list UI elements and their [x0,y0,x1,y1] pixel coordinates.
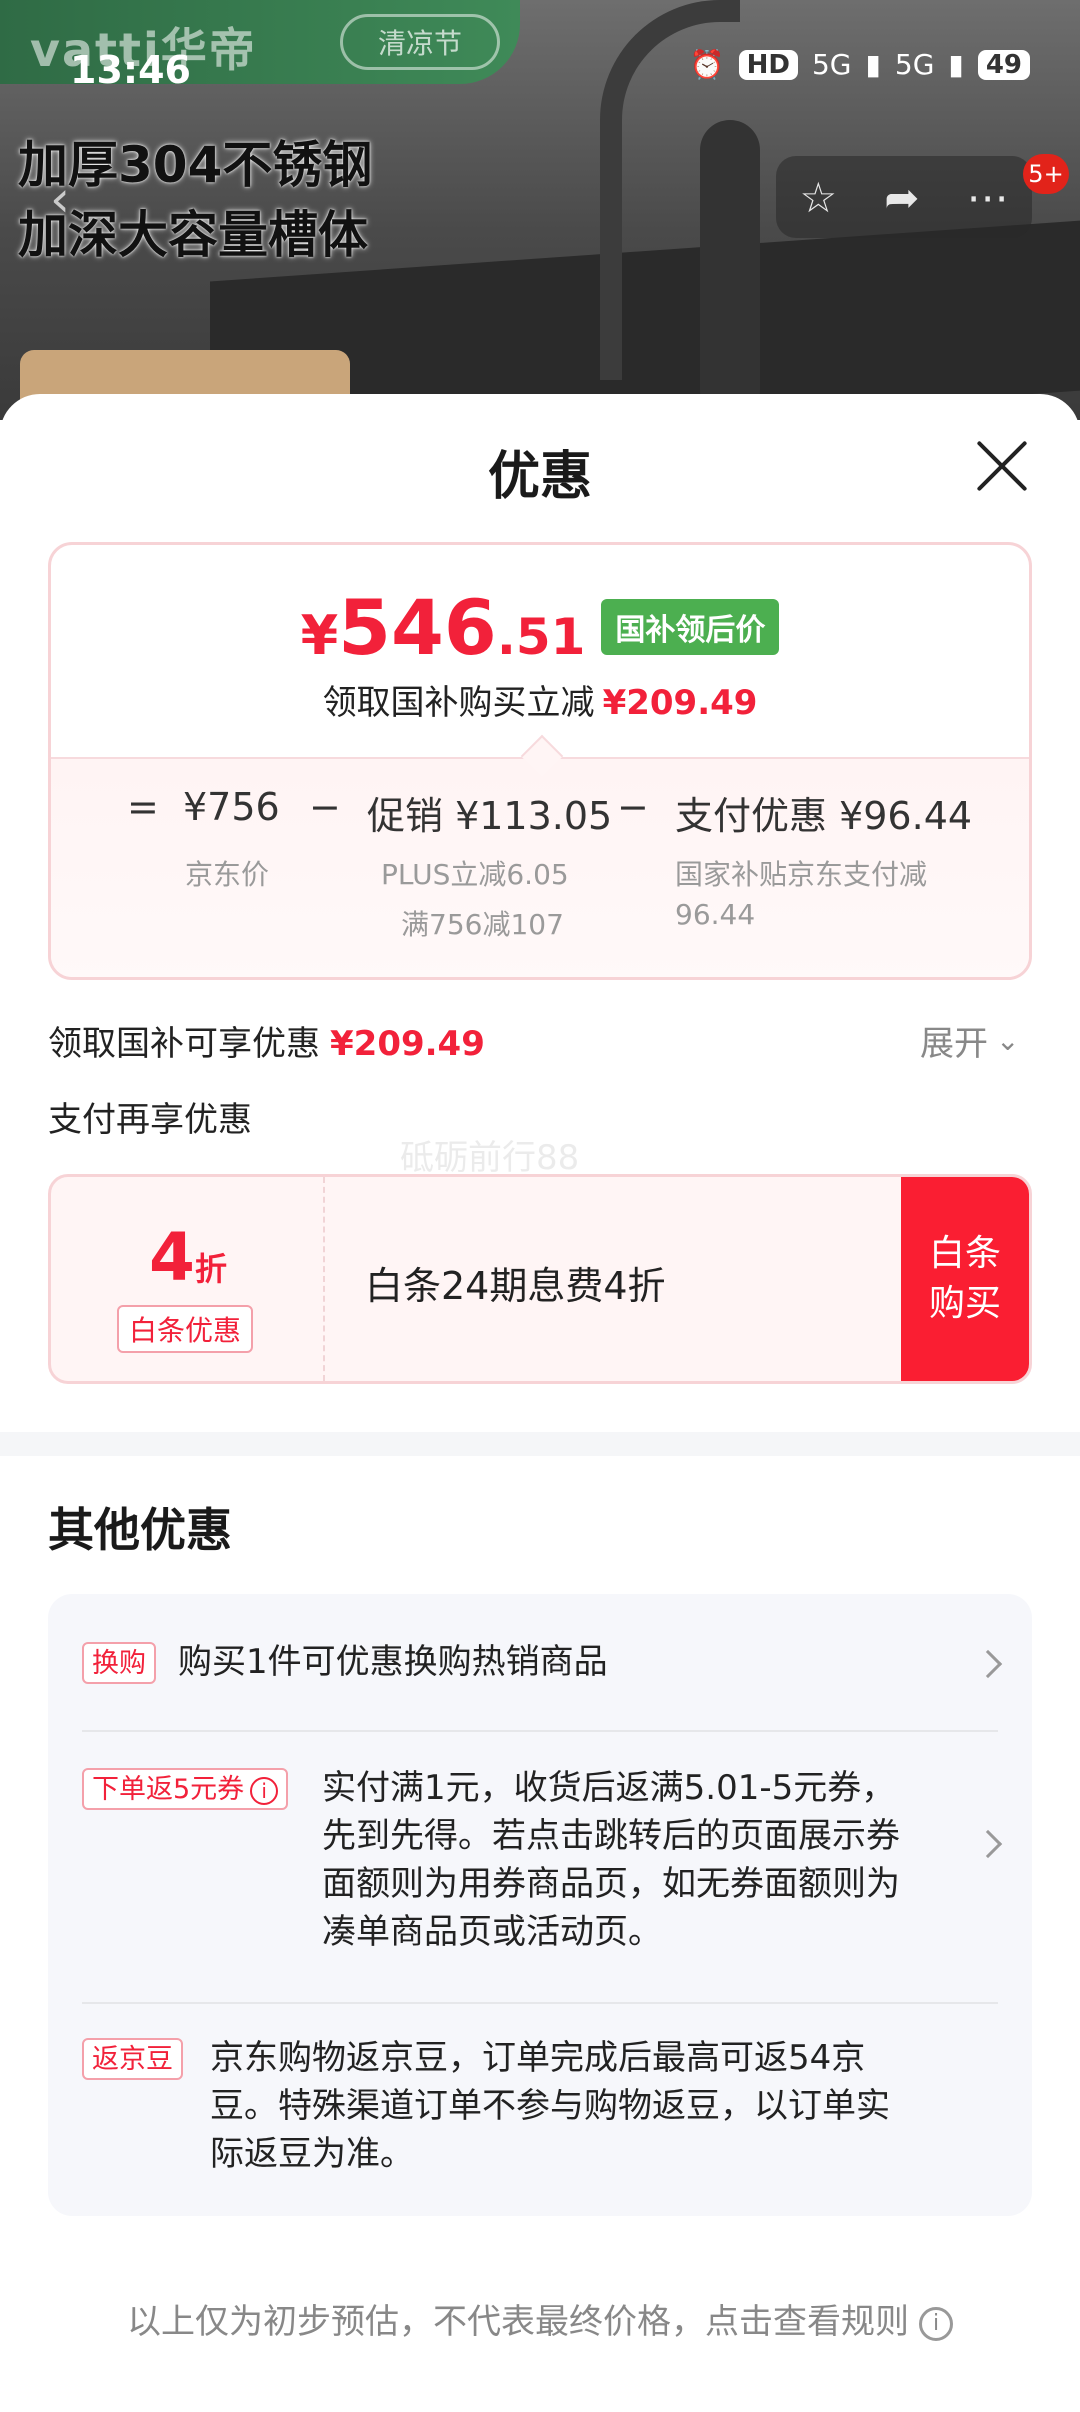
share-icon[interactable]: ➦ [884,173,919,222]
other-discounts-title: 其他优惠 [48,1503,232,1557]
back-arrow-icon[interactable]: ‹ [50,170,70,228]
baitiao-buy-button[interactable]: 白条 购买 [901,1177,1029,1381]
alarm-icon: ⏰ [689,48,725,81]
chevron-right-icon [973,1649,1003,1679]
list-item-exchange[interactable]: 换购 购买1件可优惠换购热销商品 [82,1638,1003,1698]
expand-button[interactable]: 展开 ⌄ [920,1016,1019,1065]
minus-sign-1: − [309,785,341,829]
close-button[interactable] [972,436,1032,496]
status-time: 13:46 [70,48,191,92]
baitiao-rate: 4折 [149,1219,227,1296]
product-actions: ☆ ➦ ⋯ [776,156,1032,238]
network-1-label: 5G [811,48,852,81]
final-price: ¥546.51 [300,583,586,672]
section-divider [0,1432,1080,1456]
status-icons: ⏰ HD 5G ▮ 5G ▮ 49 [690,48,1030,81]
coupon-text: 实付满1元，收货后返满5.01-5元券， 先到先得。若点击跳转后的页面展示券 面… [322,1768,900,1952]
promo-detail-2: 满756减107 [401,908,564,941]
hd-icon: HD [738,49,798,80]
list-item-coupon[interactable]: 下单返5元券 i 实付满1元，收货后返满5.01-5元券， 先到先得。若点击跳转后… [82,1764,1003,1964]
promo-amount: 促销 ¥113.05 [367,794,613,838]
jd-price-label: 京东价 [185,858,270,891]
discount-summary: 领取国补购买立减 ¥209.49 [322,683,758,723]
discount-sheet: 优惠 ¥546.51 国补领后价 领取国补购买立减 ¥209.49 = ¥756 … [0,394,1080,2412]
expand-label: 展开 [920,1024,988,1064]
info-icon: i [919,2306,953,2341]
hero-headline-2: 加深大容量槽体 [18,206,368,264]
exchange-text: 购买1件可优惠换购热销商品 [178,1642,608,1682]
coupon-tag: 下单返5元券 i [82,1768,289,1810]
network-2-label: 5G [894,48,935,81]
exchange-tag: 换购 [82,1642,156,1684]
minus-sign-2: − [617,785,649,829]
promo-detail-1: PLUS立减6.05 [381,858,569,891]
pay-discount-row: 支付再享优惠 [48,1100,252,1140]
jd-price: ¥756 [183,785,280,829]
faucet-pole-graphic [700,120,760,420]
baitiao-rate-area: 4折 白条优惠 [51,1177,325,1381]
chevron-down-icon: ⌄ [996,1024,1020,1057]
price-breakdown-card: ¥546.51 国补领后价 领取国补购买立减 ¥209.49 = ¥756 − 促… [48,542,1032,980]
pay-detail-2: 96.44 [675,898,756,931]
baitiao-tag: 白条优惠 [117,1305,254,1353]
separator [82,1730,998,1732]
jingdou-text: 京东购物返京豆，订单完成后最高可返54京 豆。特殊渠道订单不参与购物返豆，以订单… [210,2038,890,2174]
info-icon[interactable]: i [250,1776,279,1805]
equals-sign: = [127,785,159,829]
chevron-right-icon [973,1829,1003,1859]
sheet-title: 优惠 [487,447,592,507]
gov-subsidy-tag: 国补领后价 [601,599,780,655]
signal-1-icon: ▮ [865,48,881,81]
message-badge: 5+ [1023,154,1069,194]
separator [82,2002,998,2004]
rules-footnote[interactable]: 以上仅为初步预估，不代表最终价格，点击查看规则 i [0,2294,1080,2343]
battery-icon: 49 [977,49,1030,80]
baitiao-description: 白条24期息费4折 [365,1264,666,1308]
hero-headline-1: 加厚304不锈钢 [18,136,373,194]
gov-subsidy-row: 领取国补可享优惠 ¥209.49 [48,1024,485,1064]
baitiao-card: 4折 白条优惠 白条24期息费4折 白条 购买 [48,1174,1032,1384]
favorite-star-icon[interactable]: ☆ [800,173,838,222]
other-discounts-list: 换购 购买1件可优惠换购热销商品 下单返5元券 i 实付满1元，收货后返满5.01… [48,1594,1032,2216]
jingdou-tag: 返京豆 [82,2038,183,2080]
price-formula: = ¥756 − 促销 ¥113.05 − 支付优惠 ¥96.44 京东价 PL… [51,757,1029,977]
watermark: 砥砺前行88 [400,1138,580,1178]
more-icon[interactable]: ⋯ [966,173,1008,222]
pay-discount-amount: 支付优惠 ¥96.44 [675,794,973,838]
signal-2-icon: ▮ [948,48,964,81]
final-price-area: ¥546.51 国补领后价 领取国补购买立减 ¥209.49 [51,545,1029,759]
status-bar: 13:46 ⏰ HD 5G ▮ 5G ▮ 49 [0,0,1080,120]
list-item-jingdou: 返京豆 京东购物返京豆，订单完成后最高可返54京 豆。特殊渠道订单不参与购物返豆… [82,2034,998,2184]
